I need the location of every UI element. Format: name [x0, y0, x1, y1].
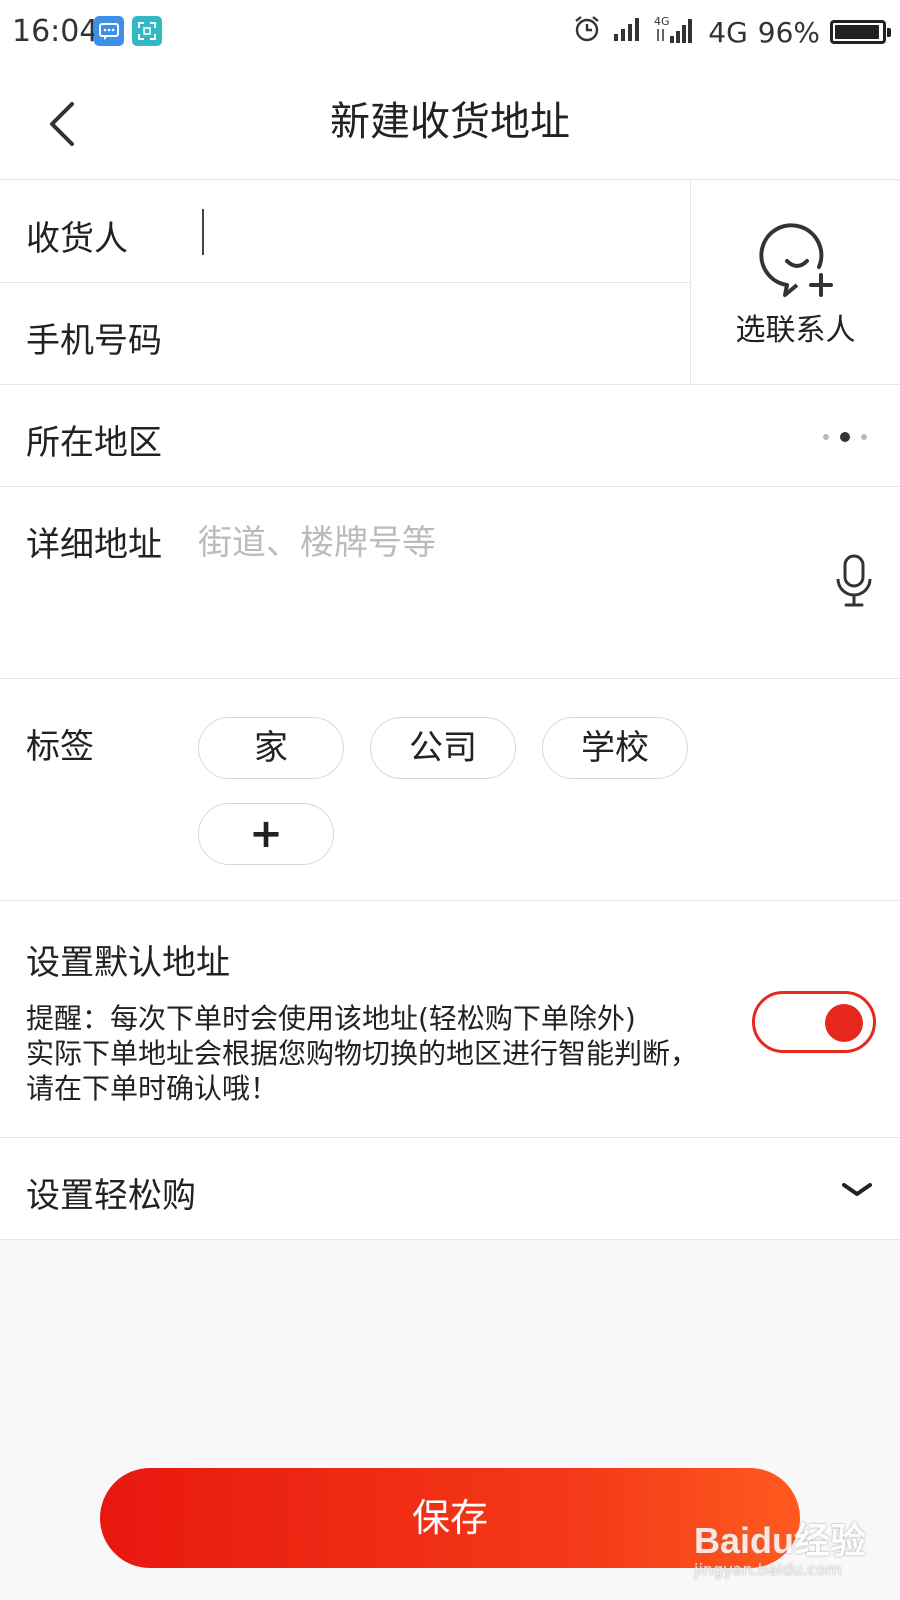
toggle-knob: [825, 1004, 863, 1042]
detail-address-row[interactable]: 详细地址 街道、楼牌号等: [0, 487, 900, 679]
message-notification-icon: [94, 16, 124, 46]
tags-label: 标签: [26, 727, 94, 767]
microphone-icon[interactable]: [834, 553, 874, 609]
battery-percent: 96%: [757, 15, 820, 49]
hint-line: 提醒：每次下单时会使用该地址(轻松购下单除外): [26, 1002, 636, 1035]
default-address-row: 设置默认地址 提醒：每次下单时会使用该地址(轻松购下单除外) 实际下单地址会根据…: [0, 901, 900, 1138]
detail-label: 详细地址: [26, 525, 162, 565]
default-address-toggle[interactable]: [752, 991, 876, 1053]
default-address-hint: 提醒：每次下单时会使用该地址(轻松购下单除外) 实际下单地址会根据您购物切换的地…: [26, 1001, 726, 1106]
recipient-input-cursor[interactable]: [202, 209, 204, 255]
network-type: 4G: [708, 15, 748, 49]
watermark-main: Baidu经验: [694, 1520, 867, 1561]
add-contact-icon: [759, 223, 833, 297]
easy-buy-label: 设置轻松购: [26, 1176, 196, 1216]
hint-line: 实际下单地址会根据您购物切换的地区进行智能判断，: [26, 1037, 699, 1070]
battery-icon: [830, 20, 891, 44]
scan-notification-icon: [132, 16, 162, 46]
watermark-sub: jingyan.baidu.com: [694, 1560, 842, 1579]
select-contact-label: 选联系人: [735, 313, 856, 348]
region-label: 所在地区: [26, 423, 162, 463]
recipient-label: 收货人: [26, 219, 128, 259]
more-dots-icon[interactable]: [820, 431, 870, 443]
region-row[interactable]: 所在地区: [0, 385, 900, 487]
phone-row[interactable]: 手机号码: [0, 283, 690, 385]
page-header: 新建收货地址: [0, 64, 900, 180]
phone-label: 手机号码: [26, 321, 162, 361]
tag-chip-company[interactable]: 公司: [370, 717, 516, 779]
tag-chip-school[interactable]: 学校: [542, 717, 688, 779]
baidu-jingyan-watermark: Baidu经验 jingyan.baidu.com: [690, 1508, 880, 1588]
signal-icon: [612, 16, 644, 49]
tags-row: 标签 家 公司 学校 +: [0, 679, 900, 901]
status-bar: 16:04 4G 4G 96%: [0, 0, 900, 64]
default-address-title: 设置默认地址: [26, 943, 230, 983]
recipient-row[interactable]: 收货人: [0, 181, 690, 283]
easy-buy-row[interactable]: 设置轻松购: [0, 1138, 900, 1240]
select-contact-button[interactable]: 选联系人: [690, 181, 900, 385]
page-title: 新建收货地址: [330, 99, 570, 145]
hint-line: 请在下单时确认哦！: [26, 1072, 279, 1105]
status-time: 16:04: [12, 14, 99, 49]
alarm-icon: [572, 14, 602, 51]
tag-chip-home[interactable]: 家: [198, 717, 344, 779]
detail-address-input[interactable]: 街道、楼牌号等: [198, 515, 436, 564]
chevron-down-icon[interactable]: [840, 1180, 874, 1200]
signal-4g-icon: 4G: [654, 14, 698, 51]
add-tag-button[interactable]: +: [198, 803, 334, 865]
svg-text:4G: 4G: [654, 15, 670, 28]
status-right-group: 4G 4G 96%: [572, 12, 891, 52]
